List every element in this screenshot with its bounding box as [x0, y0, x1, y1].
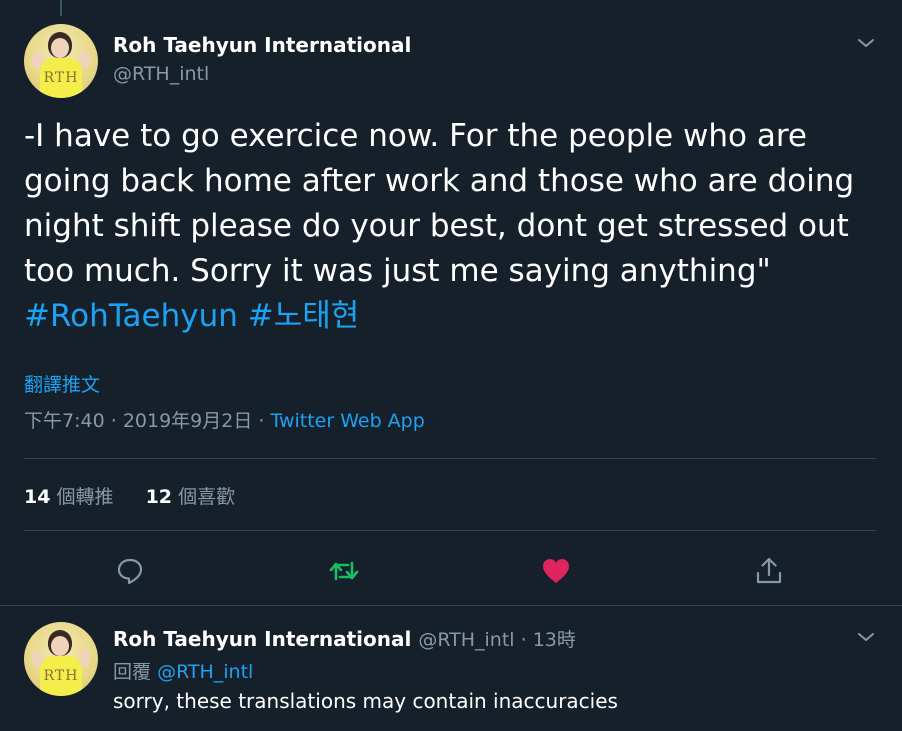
- retweet-icon[interactable]: [328, 555, 360, 587]
- engagement-stats: 14 個轉推 12 個喜歡: [24, 482, 261, 509]
- translate-tweet-link[interactable]: 翻譯推文: [24, 370, 100, 397]
- like-count-link[interactable]: 12 個喜歡: [146, 486, 236, 508]
- divider: [24, 530, 876, 531]
- avatar-logo-text: RTH: [43, 668, 79, 684]
- replying-to: 回覆 @RTH_intl: [113, 657, 253, 684]
- retweet-count-link[interactable]: 14 個轉推: [24, 486, 114, 508]
- reply-timestamp[interactable]: 13時: [533, 629, 576, 651]
- tweet-separator: [0, 605, 902, 606]
- user-handle[interactable]: @RTH_intl: [113, 63, 209, 85]
- tweet-time[interactable]: 下午7:40: [24, 410, 105, 432]
- reply-header: Roh Taehyun International @RTH_intl · 13…: [113, 625, 576, 652]
- chevron-down-icon[interactable]: [856, 627, 876, 647]
- meta-separator: ·: [520, 629, 527, 651]
- mention-link[interactable]: @RTH_intl: [157, 661, 253, 683]
- share-icon[interactable]: [753, 555, 785, 587]
- display-name[interactable]: Roh Taehyun International: [113, 33, 411, 57]
- display-name[interactable]: Roh Taehyun International: [113, 627, 411, 651]
- divider: [24, 458, 876, 459]
- avatar[interactable]: RTH: [24, 24, 98, 98]
- retweet-label: 個轉推: [56, 486, 114, 508]
- retweet-count: 14: [24, 486, 51, 508]
- chevron-down-icon[interactable]: [856, 33, 876, 53]
- tweet-source-link[interactable]: Twitter Web App: [270, 410, 424, 432]
- heart-icon[interactable]: [540, 555, 572, 587]
- like-label: 個喜歡: [178, 486, 236, 508]
- hashtag-link[interactable]: #RohTaehyun: [24, 298, 238, 334]
- tweet-date[interactable]: 2019年9月2日: [123, 410, 253, 432]
- like-count: 12: [145, 486, 173, 508]
- user-handle[interactable]: @RTH_intl: [418, 629, 514, 651]
- tweet-metadata: 下午7:40 · 2019年9月2日 · Twitter Web App: [24, 406, 425, 433]
- tweet-text: -I have to go exercice now. For the peop…: [24, 114, 874, 339]
- reply-text: sorry, these translations may contain in…: [113, 689, 618, 713]
- tweet-body: -I have to go exercice now. For the peop…: [24, 118, 855, 289]
- avatar-logo-text: RTH: [43, 70, 79, 86]
- avatar[interactable]: RTH: [24, 622, 98, 696]
- reply-icon[interactable]: [114, 555, 146, 587]
- meta-separator: ·: [258, 410, 265, 432]
- meta-separator: ·: [110, 410, 117, 432]
- replying-prefix: 回覆: [113, 661, 152, 683]
- main-tweet: RTH Roh Taehyun International @RTH_intl …: [0, 0, 902, 605]
- hashtag-link[interactable]: #노태현: [248, 298, 360, 334]
